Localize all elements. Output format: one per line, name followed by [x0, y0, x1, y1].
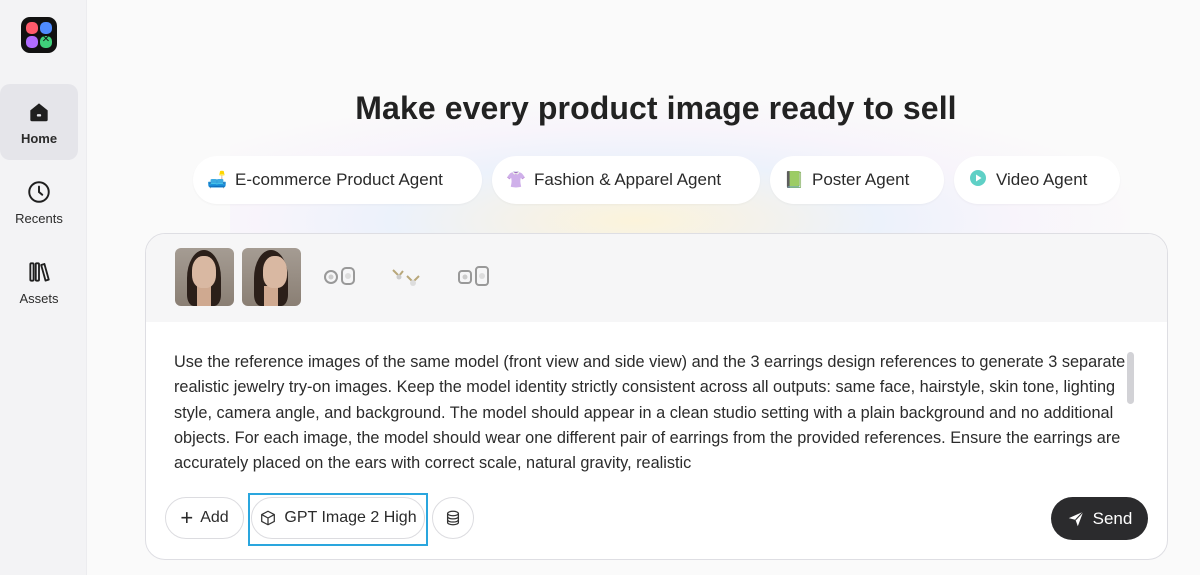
agent-chip-label: Video Agent — [996, 170, 1088, 189]
shirt-icon: 👚 — [506, 172, 526, 189]
sidebar-item-home[interactable]: Home — [0, 84, 78, 160]
sidebar-item-label: Recents — [15, 210, 63, 226]
reference-image-earring-2[interactable] — [376, 248, 435, 306]
app-logo[interactable] — [21, 17, 57, 53]
agent-chip-label: E-commerce Product Agent — [235, 170, 443, 189]
reference-image-earring-1[interactable] — [309, 248, 368, 306]
prompt-scrollbar[interactable] — [1127, 352, 1134, 404]
play-icon — [968, 169, 988, 192]
sidebar: Home Recents Assets — [0, 0, 87, 575]
add-button[interactable]: + Add — [165, 497, 244, 539]
prompt-composer: Use the reference images of the same mod… — [145, 233, 1168, 560]
sidebar-item-assets[interactable]: Assets — [0, 244, 78, 320]
model-selector-label: GPT Image 2 High — [284, 509, 417, 526]
home-icon — [30, 102, 48, 121]
agent-chip-video[interactable]: Video Agent — [954, 156, 1120, 204]
model-selector-button[interactable]: GPT Image 2 High — [251, 497, 425, 539]
page-title: Make every product image ready to sell — [355, 90, 957, 126]
agent-chip-fashion[interactable]: 👚 Fashion & Apparel Agent — [492, 156, 760, 204]
send-button-label: Send — [1092, 508, 1133, 528]
agent-chip-label: Fashion & Apparel Agent — [534, 170, 722, 189]
send-button[interactable]: Send — [1051, 497, 1148, 540]
cube-icon — [261, 510, 276, 526]
reference-image-front-view[interactable] — [175, 248, 234, 306]
add-button-label: Add — [200, 509, 229, 526]
send-icon — [1068, 510, 1084, 526]
sidebar-item-label: Home — [20, 130, 58, 146]
agent-chips: 🛋️ E-commerce Product Agent 👚 Fashion & … — [193, 156, 1120, 204]
clock-icon — [28, 180, 50, 203]
agent-chip-poster[interactable]: 📗 Poster Agent — [770, 156, 944, 204]
prompt-input[interactable]: Use the reference images of the same mod… — [174, 350, 1129, 474]
plus-icon: + — [180, 505, 194, 530]
reference-image-earring-3[interactable] — [443, 248, 502, 306]
database-icon — [446, 510, 460, 526]
sofa-icon: 🛋️ — [207, 172, 227, 189]
reference-images — [146, 234, 1167, 322]
library-icon — [29, 261, 50, 282]
book-icon: 📗 — [784, 172, 804, 189]
reference-image-side-view[interactable] — [242, 248, 301, 306]
credits-button[interactable] — [432, 497, 474, 539]
agent-chip-label: Poster Agent — [812, 170, 910, 189]
sidebar-item-recents[interactable]: Recents — [0, 164, 78, 240]
agent-chip-ecommerce[interactable]: 🛋️ E-commerce Product Agent — [193, 156, 482, 204]
sidebar-item-label: Assets — [19, 290, 59, 306]
